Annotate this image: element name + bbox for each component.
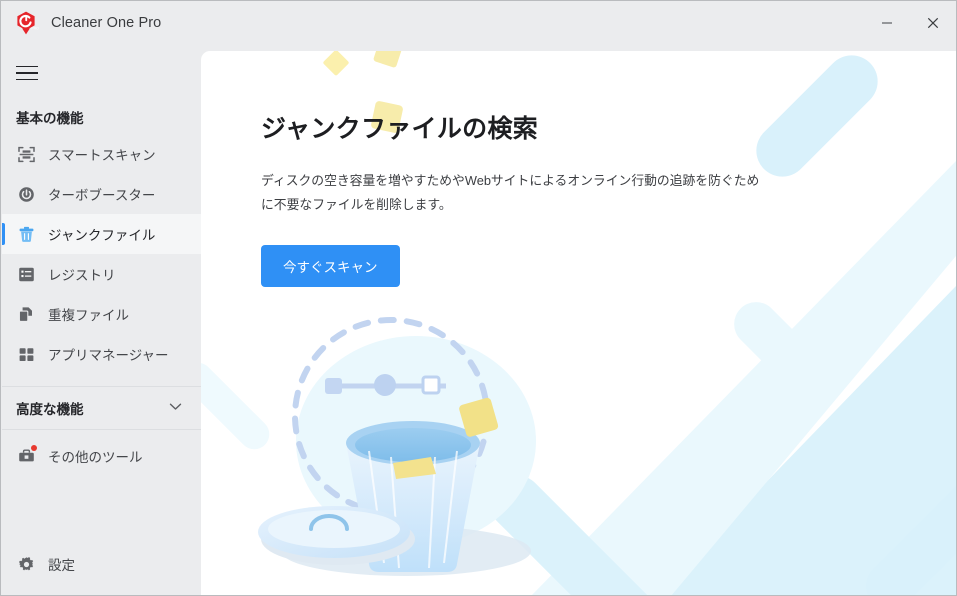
minimize-button[interactable]	[864, 1, 910, 44]
main-content-panel: ジャンクファイルの検索 ディスクの空き容量を増やすためやWebサイトによるオンラ…	[201, 51, 956, 595]
minimize-icon	[882, 21, 892, 24]
app-window: PRO Cleaner One Pro 基本の機能 スマートスキャン ターボブー…	[0, 0, 957, 596]
window-controls	[864, 1, 956, 44]
power-boost-icon	[16, 184, 36, 204]
hamburger-menu-icon[interactable]	[16, 61, 44, 85]
new-badge-dot	[31, 445, 37, 451]
chevron-down-icon	[168, 399, 183, 417]
close-icon	[927, 17, 939, 28]
sidebar-item-label: 重複ファイル	[48, 308, 129, 323]
toolbox-icon	[16, 445, 37, 466]
sidebar-item-label: ジャンクファイル	[48, 228, 156, 243]
scan-frame-icon	[16, 144, 36, 164]
sidebar-section-advanced-label: 高度な機能	[16, 402, 84, 417]
close-button[interactable]	[910, 1, 956, 44]
sidebar-item-label: 設定	[48, 558, 75, 573]
app-title: Cleaner One Pro	[51, 14, 162, 31]
gear-icon	[16, 554, 36, 574]
cleaner-one-logo-icon: PRO	[13, 10, 39, 36]
sidebar-item-registry[interactable]: レジストリ	[2, 254, 201, 294]
sidebar-section-advanced[interactable]: 高度な機能	[2, 386, 201, 430]
scan-now-button[interactable]: 今すぐスキャン	[261, 245, 400, 288]
sidebar-item-other-tools[interactable]: その他のツール	[2, 436, 201, 476]
sidebar-section-basic: 基本の機能	[16, 111, 84, 126]
page-title: ジャンクファイルの検索	[261, 115, 539, 143]
title-bar: PRO Cleaner One Pro	[1, 1, 956, 44]
sidebar-item-label: スマートスキャン	[48, 148, 156, 163]
svg-text:PRO: PRO	[31, 26, 39, 30]
duplicate-files-icon	[16, 304, 36, 324]
sidebar-item-duplicate-files[interactable]: 重複ファイル	[2, 294, 201, 334]
sidebar-item-settings[interactable]: 設定	[2, 544, 201, 584]
sidebar-item-label: その他のツール	[48, 450, 143, 465]
page-content: ジャンクファイルの検索 ディスクの空き容量を増やすためやWebサイトによるオンラ…	[201, 51, 956, 288]
sidebar: 基本の機能 スマートスキャン ターボブースター ジャンクファイル レジストリ 重…	[2, 44, 201, 595]
sidebar-item-smart-scan[interactable]: スマートスキャン	[2, 134, 201, 174]
sidebar-item-label: レジストリ	[48, 268, 116, 283]
registry-list-icon	[16, 264, 36, 284]
sidebar-item-turbo-booster[interactable]: ターボブースター	[2, 174, 201, 214]
sidebar-item-label: アプリマネージャー	[48, 348, 169, 363]
app-grid-icon	[16, 344, 36, 364]
trash-icon	[16, 224, 36, 244]
sidebar-item-junk-files[interactable]: ジャンクファイル	[2, 214, 201, 254]
sidebar-item-label: ターボブースター	[48, 188, 156, 203]
page-description: ディスクの空き容量を増やすためやWebサイトによるオンライン行動の追跡を防ぐため…	[261, 173, 760, 212]
sidebar-item-app-manager[interactable]: アプリマネージャー	[2, 334, 201, 374]
